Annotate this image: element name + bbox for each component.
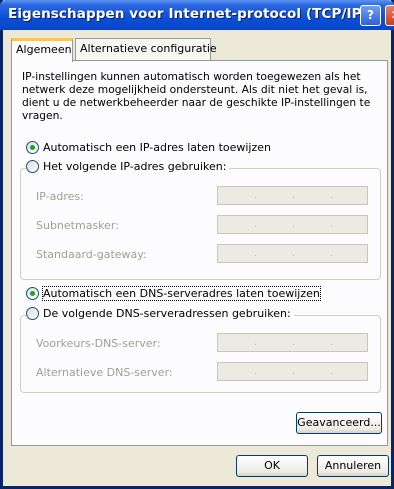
dialog-window: Eigenschappen voor Internet-protocol (TC… <box>0 0 394 489</box>
window-title: Eigenschappen voor Internet-protocol (TC… <box>8 6 368 22</box>
ip-manual-label: Het volgende IP-adres gebruiken: <box>43 160 227 173</box>
close-button[interactable]: ✕ <box>385 5 394 26</box>
radio-checked-icon <box>26 141 39 154</box>
ip-manual-radio[interactable]: Het volgende IP-adres gebruiken: <box>26 160 230 173</box>
cancel-button[interactable]: Annuleren <box>317 455 389 477</box>
preferred-dns-label: Voorkeurs-DNS-server: <box>36 337 161 350</box>
subnet-mask-label: Subnetmasker: <box>36 219 119 232</box>
radio-unchecked-icon <box>26 160 39 173</box>
title-bar[interactable]: Eigenschappen voor Internet-protocol (TC… <box>0 0 394 30</box>
dns-auto-label: Automatisch een DNS-serveradres laten to… <box>42 286 321 301</box>
ip-address-input[interactable]: ... <box>217 186 368 205</box>
tab-algemeen[interactable]: Algemeen <box>11 38 73 62</box>
dns-manual-group <box>20 315 381 393</box>
preferred-dns-input[interactable]: ... <box>217 333 368 352</box>
radio-unchecked-icon <box>26 307 39 320</box>
default-gateway-input[interactable]: ... <box>217 244 368 263</box>
ok-button[interactable]: OK <box>236 455 308 477</box>
subnet-mask-input[interactable]: ... <box>217 215 368 234</box>
help-button[interactable]: ? <box>360 5 381 26</box>
radio-checked-icon <box>26 287 39 300</box>
tab-alternatieve-configuratie[interactable]: Alternatieve configuratie <box>75 38 217 60</box>
dns-auto-radio[interactable]: Automatisch een DNS-serveradres laten to… <box>26 286 323 301</box>
ip-address-label: IP-adres: <box>36 190 84 203</box>
default-gateway-label: Standaard-gateway: <box>36 248 147 261</box>
tab-panel: IP-instellingen kunnen automatisch worde… <box>11 60 388 446</box>
advanced-button[interactable]: Geavanceerd... <box>296 412 382 434</box>
description-text: IP-instellingen kunnen automatisch worde… <box>22 70 371 122</box>
dns-manual-radio[interactable]: De volgende DNS-serveradressen gebruiken… <box>26 307 294 320</box>
alternate-dns-input[interactable]: ... <box>217 362 368 381</box>
ip-auto-radio[interactable]: Automatisch een IP-adres laten toewijzen <box>26 141 274 154</box>
dns-manual-label: De volgende DNS-serveradressen gebruiken… <box>43 307 291 320</box>
alternate-dns-label: Alternatieve DNS-server: <box>36 366 173 379</box>
ip-auto-label: Automatisch een IP-adres laten toewijzen <box>43 141 271 154</box>
